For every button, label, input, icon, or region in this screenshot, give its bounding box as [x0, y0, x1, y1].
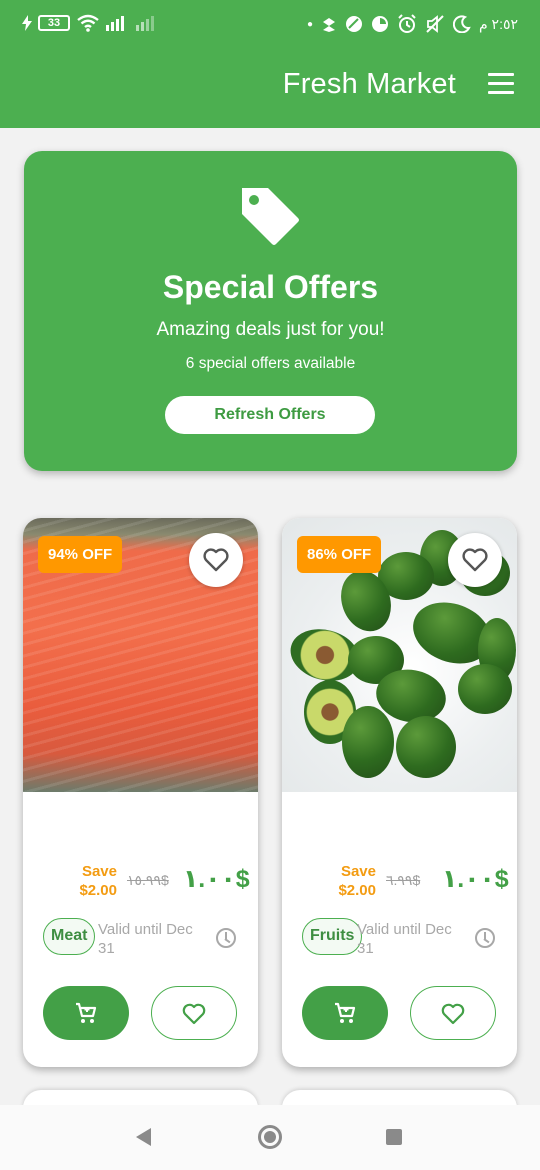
wifi-icon: [77, 14, 99, 32]
discount-badge: 86% OFF: [297, 536, 382, 573]
save-label: Save: [340, 863, 376, 880]
cart-icon: [76, 1002, 97, 1023]
alarm-icon: [398, 14, 416, 33]
valid-until-text: Valid until Dec 31: [98, 921, 193, 957]
status-time: ٢:٥٢ م: [478, 15, 518, 32]
special-offers-banner: Special Offers Amazing deals just for yo…: [24, 151, 517, 471]
system-nav-bar: [0, 1105, 540, 1170]
original-price: ٦.٩٩$: [386, 872, 421, 888]
wishlist-button[interactable]: [151, 986, 237, 1040]
product-image-avocado: 86% OFF: [282, 518, 517, 792]
banner-subtitle: Amazing deals just for you!: [156, 319, 385, 340]
moon-icon: [452, 15, 471, 33]
offer-price: ١.٠٠$: [183, 865, 250, 893]
save-amount: $2.00: [79, 882, 117, 899]
wishlist-button[interactable]: [410, 986, 496, 1040]
product-image-salmon: 94% OFF: [23, 518, 258, 792]
original-price: ١٥.٩٩$: [127, 872, 169, 888]
favorite-button[interactable]: [189, 533, 243, 587]
home-icon[interactable]: [258, 1125, 282, 1149]
save-amount: $2.00: [338, 882, 376, 899]
hamburger-menu-icon[interactable]: [488, 73, 514, 95]
back-icon[interactable]: [136, 1128, 151, 1146]
heart-icon: [462, 548, 488, 572]
offers-count: 6 special offers available: [185, 355, 356, 372]
discount-badge: 94% OFF: [38, 536, 123, 573]
mute-icon: [426, 15, 444, 33]
signal-icon: [106, 16, 124, 31]
status-left: 33: [22, 14, 160, 32]
banner-title: Special Offers: [162, 269, 379, 305]
category-chip[interactable]: Fruits: [302, 918, 363, 955]
add-to-cart-button[interactable]: [302, 986, 388, 1040]
heart-outline-icon: [441, 1003, 465, 1025]
tag-icon: [242, 188, 299, 245]
notification-dot-icon: ●: [306, 18, 313, 30]
favorite-button[interactable]: [448, 533, 502, 587]
status-bar: 33 ● ٢:٥٢ م: [0, 0, 540, 48]
signal-weak-icon: [136, 16, 154, 31]
status-right: ● ٢:٥٢ م: [307, 14, 518, 34]
offer-price: ١.٠٠$: [442, 865, 509, 893]
valid-until-text: Valid until Dec 31: [357, 921, 452, 957]
save-text: Save $2.00: [332, 862, 376, 900]
save-text: Save $2.00: [73, 862, 117, 900]
recent-apps-icon[interactable]: [386, 1129, 402, 1145]
heart-icon: [203, 548, 229, 572]
charging-icon: [22, 15, 32, 31]
app-header: 33 ● ٢:٥٢ م Fresh Market: [0, 0, 540, 128]
dropbox-icon: [322, 18, 335, 32]
app-circle-icon: [345, 16, 362, 32]
save-label: Save: [81, 863, 117, 880]
product-card[interactable]: 94% OFF Save $2.00 ١٥.٩٩$ ١.٠٠$ Meat Val…: [23, 518, 258, 1067]
cart-icon: [335, 1002, 356, 1023]
category-chip[interactable]: Meat: [43, 918, 96, 955]
add-to-cart-button[interactable]: [43, 986, 129, 1040]
clock-icon: [475, 928, 495, 948]
clock-icon: [216, 928, 236, 948]
refresh-offers-button[interactable]: Refresh Offers: [165, 396, 375, 434]
battery-indicator: 33: [38, 15, 70, 31]
pie-icon: [371, 16, 388, 32]
app-title: Fresh Market: [282, 68, 456, 100]
heart-outline-icon: [182, 1003, 206, 1025]
product-card[interactable]: 86% OFF Save $2.00 ٦.٩٩$ ١.٠٠$ Fruits Va…: [282, 518, 517, 1067]
